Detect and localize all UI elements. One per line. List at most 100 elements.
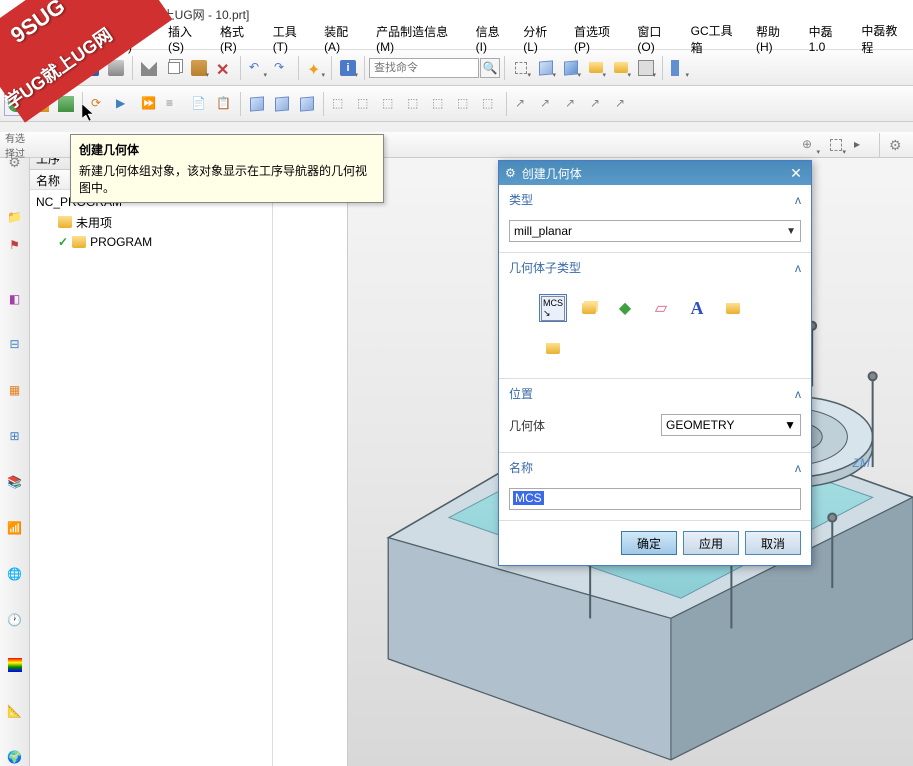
- rail-part-icon[interactable]: ◧: [4, 290, 26, 308]
- name-input[interactable]: [509, 488, 801, 510]
- rail-color-icon[interactable]: [4, 657, 26, 675]
- rail-grid-icon[interactable]: ▦: [4, 381, 26, 399]
- list-path-button[interactable]: ≡: [162, 92, 186, 116]
- command-finder-button[interactable]: ✦: [303, 56, 327, 80]
- create-geometry-button[interactable]: [4, 92, 28, 116]
- no-filter-button[interactable]: 有选择过: [4, 133, 28, 157]
- cut-button[interactable]: [137, 56, 161, 80]
- simulate-button[interactable]: ⏩: [137, 92, 161, 116]
- section-subtype-header[interactable]: 几何体子类型 ʌ: [499, 253, 811, 282]
- redo-button[interactable]: ↷: [270, 56, 294, 80]
- dialog-titlebar[interactable]: ⚙ 创建几何体 ✕: [499, 161, 811, 185]
- layer-vis-button[interactable]: [609, 56, 633, 80]
- menu-insert[interactable]: 插入(S): [162, 21, 212, 56]
- rail-machine-icon[interactable]: ⚑: [4, 236, 26, 254]
- snap-point-button[interactable]: ⊕: [798, 133, 822, 157]
- tb-path2[interactable]: ↗: [536, 92, 560, 116]
- create-operation-button[interactable]: [54, 92, 78, 116]
- print-button[interactable]: [104, 56, 128, 80]
- menu-tools[interactable]: 工具(T): [267, 21, 316, 56]
- new-button[interactable]: [29, 56, 53, 80]
- tb-geom2[interactable]: [270, 92, 294, 116]
- rail-history-icon[interactable]: 🌐: [4, 565, 26, 583]
- info-button[interactable]: i: [336, 56, 360, 80]
- shaded-button[interactable]: [559, 56, 583, 80]
- tb-geom1[interactable]: [245, 92, 269, 116]
- rail-reuse-icon[interactable]: ⊞: [4, 427, 26, 445]
- start-button[interactable]: [4, 56, 28, 80]
- style-button[interactable]: [634, 56, 658, 80]
- tb-op1[interactable]: ⬚: [328, 92, 352, 116]
- generate-path-button[interactable]: ⟳: [87, 92, 111, 116]
- rail-clock-icon[interactable]: 🕐: [4, 611, 26, 629]
- rail-globe2-icon[interactable]: 🌍: [4, 748, 26, 766]
- create-tool-button[interactable]: [29, 92, 53, 116]
- tb-geom3[interactable]: [295, 92, 319, 116]
- view-trimetric-button[interactable]: [534, 56, 558, 80]
- menu-info[interactable]: 信息(I): [470, 21, 516, 56]
- tb-path3[interactable]: ↗: [561, 92, 585, 116]
- section-name-header[interactable]: 名称 ʌ: [499, 453, 811, 482]
- tb-path5[interactable]: ↗: [611, 92, 635, 116]
- shop-doc-button[interactable]: 📋: [212, 92, 236, 116]
- menu-analysis[interactable]: 分析(L): [517, 21, 566, 56]
- tree-row-program[interactable]: ✓ PROGRAM: [30, 232, 347, 252]
- rail-tree-icon[interactable]: ⊟: [4, 336, 26, 354]
- menu-help[interactable]: 帮助(H): [750, 21, 801, 56]
- apply-button[interactable]: 应用: [683, 531, 739, 555]
- tb-op7[interactable]: ⬚: [478, 92, 502, 116]
- layer-button[interactable]: [584, 56, 608, 80]
- subtype-workpiece-icon[interactable]: [575, 294, 603, 322]
- section-type-header[interactable]: 类型 ʌ: [499, 185, 811, 214]
- rail-measure-icon[interactable]: 📐: [4, 702, 26, 720]
- menu-pmi[interactable]: 产品制造信息(M): [370, 21, 468, 56]
- paste-button[interactable]: [187, 56, 211, 80]
- create-geometry-tooltip: 创建几何体 新建几何体组对象，该对象显示在工序导航器的几何视图中。: [70, 134, 384, 203]
- tb-op4[interactable]: ⬚: [403, 92, 427, 116]
- rail-books-icon[interactable]: 📚: [4, 473, 26, 491]
- menu-prefs[interactable]: 首选项(P): [568, 21, 629, 56]
- subtype-group-icon[interactable]: [719, 294, 747, 322]
- save-button[interactable]: [79, 56, 103, 80]
- menu-view[interactable]: 视图(V): [110, 21, 160, 56]
- subtype-boundary-icon[interactable]: ▱: [647, 294, 675, 322]
- menu-zl-tut[interactable]: 中磊教程: [855, 20, 913, 58]
- location-combo[interactable]: GEOMETRY ▼: [661, 414, 801, 436]
- verify-button[interactable]: ▶: [112, 92, 136, 116]
- tb-op2[interactable]: ⬚: [353, 92, 377, 116]
- undo-button[interactable]: ↶: [245, 56, 269, 80]
- command-search-button[interactable]: 🔍: [480, 58, 500, 78]
- tree-row-unused[interactable]: 未用项: [30, 212, 347, 232]
- delete-button[interactable]: ✕: [212, 56, 236, 80]
- tb-op6[interactable]: ⬚: [453, 92, 477, 116]
- section-location-header[interactable]: 位置 ʌ: [499, 379, 811, 408]
- gear-button[interactable]: ⚙: [885, 133, 909, 157]
- clip-button[interactable]: [667, 56, 691, 80]
- subtype-extra-icon[interactable]: [539, 334, 567, 362]
- subtype-text-icon[interactable]: A: [683, 294, 711, 322]
- subtype-mcs-icon[interactable]: MCS↘: [539, 294, 567, 322]
- ok-button[interactable]: 确定: [621, 531, 677, 555]
- open-button[interactable]: [54, 56, 78, 80]
- menu-assembly[interactable]: 装配(A): [318, 21, 368, 56]
- subtype-part-icon[interactable]: ◆: [611, 294, 639, 322]
- menu-format[interactable]: 格式(R): [214, 21, 265, 56]
- snap-box-button[interactable]: [824, 133, 848, 157]
- fit-button[interactable]: [509, 56, 533, 80]
- tb-path4[interactable]: ↗: [586, 92, 610, 116]
- menu-window[interactable]: 窗口(O): [631, 21, 682, 56]
- tb-op3[interactable]: ⬚: [378, 92, 402, 116]
- menu-zl1[interactable]: 中磊1.0: [803, 21, 854, 56]
- cancel-button[interactable]: 取消: [745, 531, 801, 555]
- copy-button[interactable]: [162, 56, 186, 80]
- rail-nav-icon[interactable]: 📁: [4, 208, 26, 226]
- snap-arrow-button[interactable]: ▸: [850, 133, 874, 157]
- type-combo[interactable]: mill_planar ▼: [509, 220, 801, 242]
- command-search-input[interactable]: [369, 58, 479, 78]
- rail-web-icon[interactable]: 📶: [4, 519, 26, 537]
- menu-gc[interactable]: GC工具箱: [685, 20, 748, 58]
- postprocess-button[interactable]: 📄: [187, 92, 211, 116]
- dialog-close-button[interactable]: ✕: [787, 164, 805, 182]
- tb-path1[interactable]: ↗: [511, 92, 535, 116]
- tb-op5[interactable]: ⬚: [428, 92, 452, 116]
